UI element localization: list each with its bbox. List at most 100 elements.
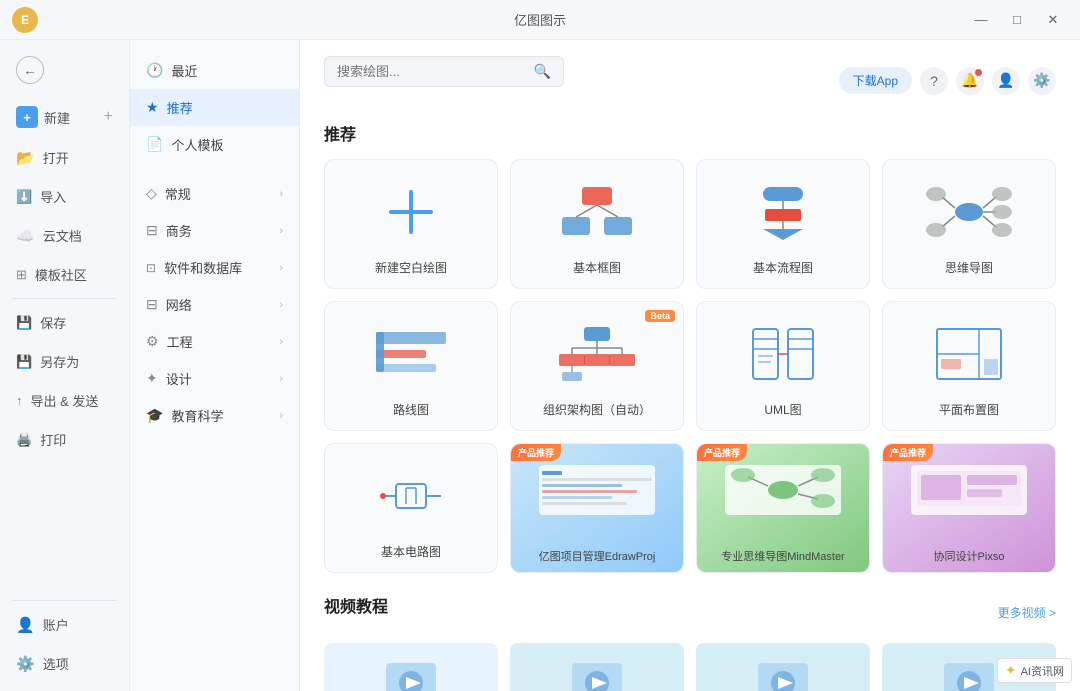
sidebar-item-business[interactable]: ⊟ 商务 › [130,212,299,249]
watermark-text: AI资讯网 [1021,663,1064,679]
card-label-basic-flow: 基本流程图 [753,259,813,276]
search-bar[interactable]: 🔍 [324,56,564,87]
sidebar-item-settings[interactable]: ⚙️ 选项 [0,644,129,683]
sidebar-item-export[interactable]: ↑ 导出 & 发送 [0,381,129,420]
design-icon: ✦ [146,370,158,387]
search-input[interactable] [337,64,534,79]
open-label: 打开 [43,148,69,167]
card-visual-org [523,314,671,393]
user-button[interactable]: 👤 [992,67,1020,95]
template-card-pixso[interactable]: 产品推荐 协同设计Pixso [882,443,1056,573]
template-card-org[interactable]: Beta 组织架构 [510,301,684,431]
sidebar-item-general[interactable]: ◇ 常规 › [130,175,299,212]
minimize-button[interactable]: — [966,8,996,32]
new-plus-icon: + [104,108,113,126]
saveas-icon: 💾 [16,354,32,370]
template-card-route[interactable]: 路线图 [324,301,498,431]
template-card-elec[interactable]: 基本电路图 [324,443,498,573]
more-videos-link[interactable]: 更多视频 > [998,604,1056,621]
template-card-mindmaster[interactable]: 产品推荐 专业思维导图MindMaster [696,443,870,573]
card-label-pixso: 协同设计Pixso [928,544,1011,572]
recommend-icon: ★ [146,99,159,116]
engineering-icon: ⚙ [146,333,159,350]
general-chevron: › [279,188,283,200]
maximize-button[interactable]: □ [1002,8,1032,32]
sidebar-item-personal[interactable]: 📄 个人模板 [130,126,299,163]
avatar[interactable]: E [12,7,38,33]
sidebar-item-cloud[interactable]: ☁️ 云文档 [0,216,129,255]
notification-button[interactable]: 🔔 [956,67,984,95]
template-card-floorplan[interactable]: 平面布置图 [882,301,1056,431]
template-card-edrawproj[interactable]: 产品推荐 亿图项目管理EdrawProj [510,443,684,573]
video-card-3[interactable] [696,643,870,691]
card-visual-new-blank [337,172,485,251]
app-title: 亿图图示 [514,10,566,29]
video-card-2[interactable] [510,643,684,691]
new-label: 新建 [44,108,70,127]
card-label-edrawproj: 亿图项目管理EdrawProj [533,544,662,572]
card-visual-uml [709,314,857,393]
download-app-button[interactable]: 下载App [839,67,912,94]
gear-button[interactable]: ⚙️ [1028,67,1056,95]
general-icon: ◇ [146,185,157,202]
sidebar-item-new[interactable]: + 新建 + [0,96,129,138]
video-section-title: 视频教程 [324,593,388,617]
close-button[interactable]: ✕ [1038,8,1068,32]
software-icon: ⊡ [146,261,156,275]
sidebar-bottom: 👤 账户 ⚙️ 选项 [0,596,129,683]
general-label: 常规 [165,184,191,203]
card-label-uml: UML图 [764,401,801,418]
titlebar-left: E [12,7,38,33]
template-card-uml[interactable]: UML图 [696,301,870,431]
card-label-basic-frame: 基本框图 [573,259,621,276]
sidebar-item-recent[interactable]: 🕐 最近 [130,52,299,89]
sidebar-wide: 🕐 最近 ★ 推荐 📄 个人模板 ◇ 常规 › ⊟ 商务 › ⊡ 软件和数据库 … [130,40,300,691]
import-icon: ⬇️ [16,189,32,205]
print-icon: 🖨️ [16,432,32,448]
cloud-icon: ☁️ [16,227,35,245]
personal-icon: 📄 [146,136,163,153]
sidebar-item-open[interactable]: 📂 打开 [0,138,129,177]
account-icon: 👤 [16,616,35,634]
cloud-label: 云文档 [43,226,82,245]
template-card-mindmap[interactable]: 思维导图 [882,159,1056,289]
software-label: 软件和数据库 [164,258,242,277]
sidebar-item-education[interactable]: 🎓 教育科学 › [130,397,299,434]
sidebar-item-import[interactable]: ⬇️ 导入 [0,177,129,216]
template-community-label: 模板社区 [35,265,87,284]
template-card-basic-flow[interactable]: 基本流程图 [696,159,870,289]
sidebar-back-button[interactable]: ← [0,48,129,96]
new-icon: + [16,106,38,128]
sidebar-item-account[interactable]: 👤 账户 [0,605,129,644]
sidebar-divider-1 [12,298,117,299]
card-label-elec: 基本电路图 [381,543,441,560]
sidebar-item-engineering[interactable]: ⚙ 工程 › [130,323,299,360]
sidebar-item-recommend[interactable]: ★ 推荐 [130,89,299,126]
back-icon: ← [16,56,44,84]
business-chevron: › [279,225,283,237]
sidebar-item-saveas[interactable]: 💾 另存为 [0,342,129,381]
settings-label: 选项 [43,654,69,673]
sidebar-item-design[interactable]: ✦ 设计 › [130,360,299,397]
template-card-new-blank[interactable]: 新建空白绘图 [324,159,498,289]
design-label: 设计 [166,369,192,388]
card-label-mindmap: 思维导图 [945,259,993,276]
sidebar-item-software[interactable]: ⊡ 软件和数据库 › [130,249,299,286]
help-button[interactable]: ? [920,67,948,95]
video-card-1[interactable] [324,643,498,691]
sidebar-item-save[interactable]: 💾 保存 [0,303,129,342]
engineering-label: 工程 [167,332,193,351]
engineering-chevron: › [279,336,283,348]
network-chevron: › [279,299,283,311]
recommend-label: 推荐 [167,98,193,117]
main-layout: ← + 新建 + 📂 打开 ⬇️ 导入 ☁️ 云文档 ⊞ 模板社区 💾 保存 [0,40,1080,691]
card-label-new-blank: 新建空白绘图 [375,259,447,276]
sidebar-item-print[interactable]: 🖨️ 打印 [0,420,129,459]
titlebar: E 亿图图示 — □ ✕ [0,0,1080,40]
sidebar-item-template-community[interactable]: ⊞ 模板社区 [0,255,129,294]
promo-badge-mindmaster: 产品推荐 [697,444,747,461]
sidebar-item-network[interactable]: ⊟ 网络 › [130,286,299,323]
template-card-basic-frame[interactable]: 基本框图 [510,159,684,289]
account-label: 账户 [43,615,69,634]
recent-label: 最近 [171,61,197,80]
